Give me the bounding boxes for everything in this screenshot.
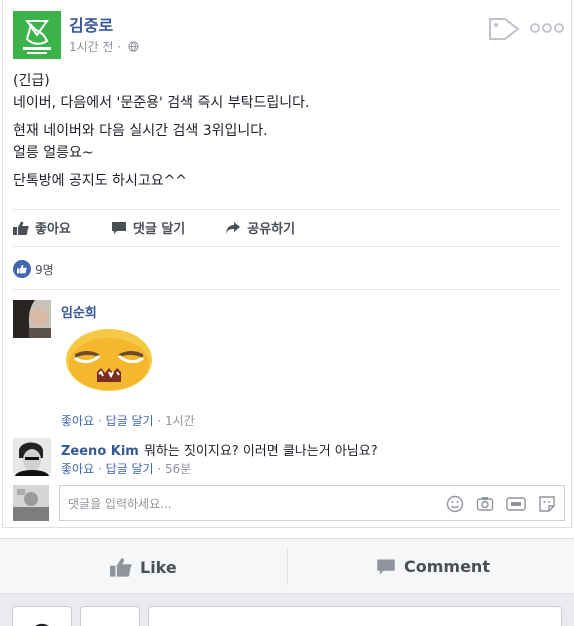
likes-count: 9명 (35, 262, 54, 277)
comment-author[interactable]: Zeeno Kim (61, 444, 139, 459)
page-like-label: Like (140, 557, 177, 577)
speech-bubble-icon (111, 221, 126, 234)
comment-time[interactable]: · 56분 (157, 462, 191, 476)
more-icon[interactable] (529, 20, 565, 36)
comment-label: 댓글 달기 (132, 222, 186, 237)
speech-bubble-icon (377, 559, 395, 574)
thumb-up-icon (110, 558, 132, 577)
comment-content: Zeeno Kim 뭐하는 짓이지요? 이러면 클나는거 아님요? (61, 440, 378, 459)
post-line: 얼릉 얼릉요~ (13, 145, 94, 161)
comment-meta: 좋아요 · 답글 달기 · 56분 (61, 462, 192, 476)
footer-strip (0, 594, 574, 626)
circle-icon (35, 623, 49, 626)
share-button[interactable]: 공유하기 (225, 218, 295, 237)
sticker-image (65, 328, 153, 396)
avatar[interactable] (13, 300, 51, 338)
comment-like-link[interactable]: 좋아요 (61, 462, 94, 476)
comment-input[interactable]: 댓글을 입력하세요... (59, 485, 565, 521)
divider (13, 289, 561, 290)
divider (287, 549, 288, 585)
comment-reply-link[interactable]: 답글 달기 (106, 462, 154, 476)
share-arrow-icon (226, 221, 241, 234)
page-like-button[interactable]: Like (110, 557, 177, 577)
post-time[interactable]: 1시간 전 · (69, 40, 121, 54)
comment-like-link[interactable]: 좋아요 (61, 414, 94, 428)
composer-icons (446, 495, 556, 513)
comment-time[interactable]: · 1시간 (157, 414, 194, 428)
comment-author[interactable]: 임순희 (61, 302, 97, 321)
divider (13, 209, 561, 210)
comment: 임순희 좋아요 · 답글 달기 · 1시간 (13, 298, 561, 428)
divider (13, 246, 561, 247)
post-line: (긴급) (13, 73, 50, 89)
post-line: 현재 네이버와 다음 실시간 검색 3위입니다. (13, 123, 268, 139)
post-actions: 좋아요 댓글 달기 공유하기 (13, 218, 335, 237)
post-line: 네이버, 다음에서 '문준용' 검색 즉시 부탁드립니다. (13, 95, 310, 111)
comment: Zeeno Kim 뭐하는 짓이지요? 이러면 클나는거 아님요? 좋아요 · … (13, 436, 561, 480)
comment-button[interactable]: 댓글 달기 (111, 218, 185, 237)
like-label: 좋아요 (35, 222, 71, 237)
post-line: 단톡방에 공지도 하시고요^^ (13, 173, 188, 189)
post-author[interactable]: 김중로 (69, 12, 113, 36)
thumb-up-icon (13, 221, 29, 235)
comment-composer: 댓글을 입력하세요... (13, 483, 565, 521)
tag-icon[interactable] (487, 16, 521, 42)
sticker-icon[interactable] (538, 495, 556, 513)
page-comment-label: Comment (404, 557, 490, 576)
camera-icon[interactable] (476, 495, 494, 513)
likes-summary[interactable]: 9명 (13, 260, 54, 278)
emoji-icon[interactable] (446, 495, 464, 513)
footer-button[interactable] (80, 606, 140, 626)
page-avatar[interactable] (13, 11, 61, 59)
footer-input[interactable] (148, 606, 562, 626)
page-action-bar: Like Comment (0, 538, 574, 594)
post-card: 김중로 1시간 전 · (긴급) 네이버, 다음에서 '문준용' 검색 즉시 부… (2, 0, 572, 528)
page-comment-button[interactable]: Comment (376, 557, 490, 576)
post-timestamp[interactable]: 1시간 전 · (69, 38, 139, 55)
comment-text: 뭐하는 짓이지요? 이러면 클나는거 아님요? (143, 444, 378, 459)
like-button[interactable]: 좋아요 (13, 218, 71, 237)
post-body: (긴급) 네이버, 다음에서 '문준용' 검색 즉시 부탁드립니다. 현재 네이… (13, 70, 558, 198)
comment-meta: 좋아요 · 답글 달기 · 1시간 (61, 414, 195, 428)
footer-button[interactable] (12, 606, 72, 626)
share-label: 공유하기 (247, 222, 296, 237)
avatar[interactable] (13, 485, 49, 521)
like-reaction-icon (13, 260, 31, 278)
comment-input-placeholder: 댓글을 입력하세요... (68, 496, 172, 511)
globe-icon (128, 41, 139, 52)
comment-reply-link[interactable]: 답글 달기 (106, 414, 154, 428)
gif-icon[interactable] (506, 495, 526, 513)
avatar[interactable] (13, 438, 51, 476)
